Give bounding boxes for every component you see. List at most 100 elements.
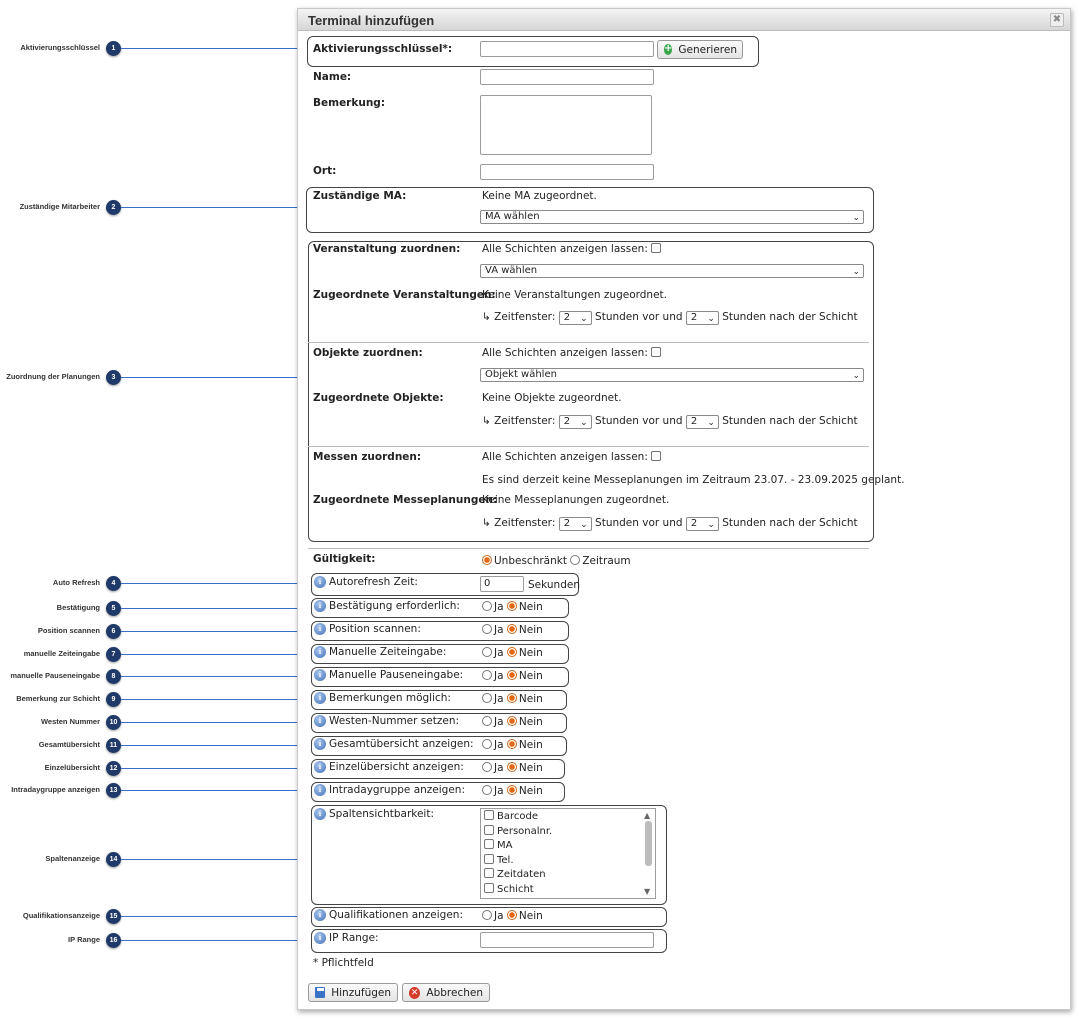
info-icon[interactable]: i [314,909,326,921]
option-no-radio[interactable] [506,647,517,657]
option-yes-radio[interactable] [482,601,492,611]
plus-icon: + [664,43,673,55]
option-yes-radio[interactable] [482,785,492,795]
close-icon[interactable]: ✖ [1050,13,1064,27]
ma-select[interactable]: MA wählen ⌄ [480,210,864,224]
chevron-down-icon: ⌄ [852,371,860,381]
info-icon[interactable]: i [314,576,326,588]
option-radios: Ja Nein [482,785,543,797]
info-icon[interactable]: i [314,692,326,704]
obj-label: Objekte zuordnen: [313,347,423,359]
save-icon [315,987,326,998]
option-no-radio[interactable] [506,716,517,726]
add-button[interactable]: Hinzufügen [308,983,398,1002]
fair-before-select[interactable]: 2 ⌄ [558,517,592,531]
option-radios: Ja Nein [482,624,543,636]
option-yes-radio[interactable] [482,624,492,634]
va-before-select[interactable]: 2 ⌄ [558,311,592,325]
chevron-down-icon: ⌄ [852,213,860,223]
option-label: i Manuelle Pauseneingabe: [314,669,463,681]
info-icon[interactable]: i [314,738,326,750]
option-yes-radio[interactable] [482,716,492,726]
option-label: i Gesamtübersicht anzeigen: [314,738,474,750]
validity-options: Unbeschränkt Zeitraum [482,555,631,567]
info-icon[interactable]: i [314,761,326,773]
column-checkbox[interactable] [484,853,494,864]
option-no-radio[interactable] [506,739,517,749]
validity-period-radio[interactable] [570,555,581,565]
obj-select[interactable]: Objekt wählen ⌄ [480,368,864,382]
option-radios: Ja Nein [482,670,543,682]
column-checkbox[interactable] [484,824,494,835]
location-input[interactable] [480,164,654,180]
ip-input[interactable] [480,932,654,948]
column-checkbox[interactable] [484,839,494,849]
dialog-titlebar: Terminal hinzufügen ✖ [298,9,1070,31]
obj-timewindow: ↳ Zeitfenster: 2 ⌄ Stunden vor und 2 ⌄ Stu… [482,415,858,429]
option-yes-radio[interactable] [482,693,492,703]
va-select[interactable]: VA wählen ⌄ [480,264,864,278]
option-yes-radio[interactable] [482,647,492,657]
terminal-dialog: Terminal hinzufügen ✖ Aktivierungsschlüs… [297,8,1071,1010]
option-no-radio[interactable] [506,624,517,634]
qual-yes-radio[interactable] [482,910,492,920]
column-option[interactable]: MA [481,839,655,855]
activation-label: Aktivierungsschlüssel*: [313,43,453,55]
info-icon[interactable]: i [314,808,326,820]
column-option[interactable]: Personalnr. [481,824,655,841]
autorefresh-label: i Autorefresh Zeit: [314,576,418,588]
option-no-radio[interactable] [506,785,517,795]
column-option[interactable]: Tel. [481,853,655,870]
qual-radios: Ja Nein [482,910,543,922]
option-no-radio[interactable] [506,601,517,611]
validity-unlimited-radio[interactable] [482,555,492,565]
column-option[interactable]: Zeitdaten [481,868,655,884]
option-no-radio[interactable] [506,762,517,772]
va-show-all-checkbox[interactable] [651,243,662,253]
option-radios: Ja Nein [482,693,543,705]
scroll-down-icon[interactable]: ▼ [644,887,650,896]
fair-show-all-checkbox[interactable] [651,451,662,461]
ma-none-text: Keine MA zugeordnet. [482,190,597,202]
column-option[interactable]: Barcode [481,810,655,826]
qual-no-radio[interactable] [506,910,517,920]
columns-listbox[interactable]: Barcode Personalnr. MA Tel. Zeitdaten Schicht… [480,808,656,899]
scroll-up-icon[interactable]: ▲ [644,811,650,820]
obj-show-all-checkbox[interactable] [651,347,662,357]
option-radios: Ja Nein [482,601,543,613]
columns-scrollbar[interactable]: ▲ ▼ [644,811,653,896]
column-checkbox[interactable] [484,868,494,878]
column-option[interactable]: Schicht [481,882,655,899]
option-yes-radio[interactable] [482,739,492,749]
option-yes-radio[interactable] [482,670,492,680]
ip-label: i IP Range: [314,932,379,944]
autorefresh-input[interactable]: 0 [480,576,524,592]
va-timewindow: ↳ Zeitfenster: 2 ⌄ Stunden vor und 2 ⌄ Stu… [482,311,858,325]
info-icon[interactable]: i [314,600,326,612]
obj-after-select[interactable]: 2 ⌄ [685,415,719,429]
chevron-down-icon: ⌄ [852,267,860,277]
location-label: Ort: [313,165,337,177]
name-input[interactable] [480,69,654,85]
cancel-button[interactable]: ✕ Abbrechen [402,983,490,1002]
column-checkbox[interactable] [484,882,494,893]
info-icon[interactable]: i [314,784,326,796]
info-icon[interactable]: i [314,715,326,727]
scroll-thumb[interactable] [645,821,652,866]
column-checkbox[interactable] [484,810,494,820]
generate-button[interactable]: + Generieren [657,40,743,59]
obj-before-select[interactable]: 2 ⌄ [558,415,592,429]
fair-after-select[interactable]: 2 ⌄ [685,517,719,531]
info-icon[interactable]: i [314,932,326,944]
info-icon[interactable]: i [314,646,326,658]
va-after-select[interactable]: 2 ⌄ [685,311,719,325]
columns-list: Barcode Personalnr. MA Tel. Zeitdaten Schicht [481,809,655,898]
info-icon[interactable]: i [314,623,326,635]
activation-input[interactable] [480,41,654,57]
option-label: i Bemerkungen möglich: [314,692,451,704]
info-icon[interactable]: i [314,669,326,681]
option-no-radio[interactable] [506,670,517,680]
option-yes-radio[interactable] [482,762,492,772]
option-no-radio[interactable] [506,693,517,703]
remark-textarea[interactable] [480,95,652,155]
